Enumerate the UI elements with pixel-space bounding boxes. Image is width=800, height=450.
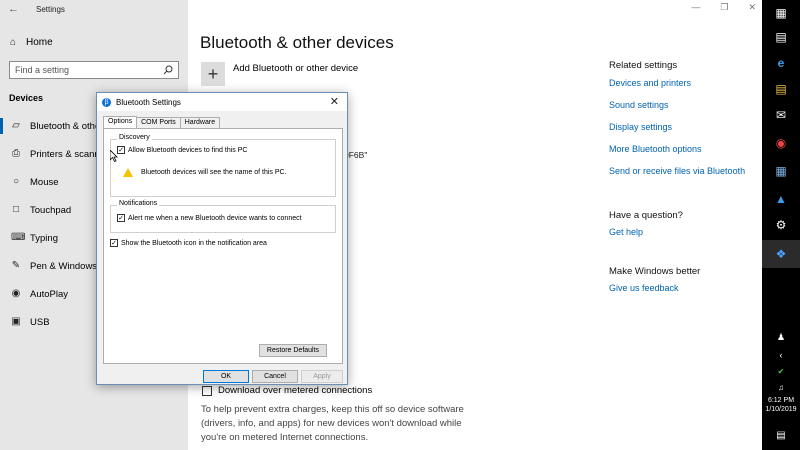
back-arrow-icon[interactable]: ← [8, 3, 22, 17]
alert-label: Alert me when a new Bluetooth device wan… [128, 214, 302, 222]
tab-com-ports[interactable]: COM Ports [136, 117, 181, 128]
link-devices-printers[interactable]: Devices and printers [609, 78, 759, 88]
page-title: Bluetooth & other devices [200, 33, 394, 52]
show-icon-label: Show the Bluetooth icon in the notificat… [121, 239, 267, 247]
usb-icon: ▣ [11, 316, 21, 327]
link-display-settings[interactable]: Display settings [609, 122, 759, 132]
checkbox-checked-icon: ✓ [110, 239, 118, 247]
checkbox-icon [202, 385, 212, 396]
link-sound-settings[interactable]: Sound settings [609, 100, 759, 110]
close-icon[interactable]: ✕ [748, 2, 756, 13]
notifications-group: Notifications ✓ Alert me when a new Blue… [110, 200, 336, 233]
warning-text: Bluetooth devices will see the name of t… [141, 169, 287, 176]
pen-icon: ✎ [11, 260, 21, 271]
checkbox-checked-icon: ✓ [117, 146, 125, 154]
alert-checkbox[interactable]: ✓ Alert me when a new Bluetooth device w… [117, 214, 302, 222]
file-explorer-icon[interactable]: ▤ [772, 80, 790, 98]
tab-options[interactable]: Options [103, 116, 138, 128]
ok-button[interactable]: OK [203, 370, 249, 383]
metered-label: Download over metered connections [218, 385, 373, 396]
task-view-icon[interactable]: ▤ [772, 28, 790, 46]
search-icon [163, 65, 173, 75]
edge-icon[interactable]: e [772, 54, 790, 72]
options-panel: Discovery ✓ Allow Bluetooth devices to f… [103, 128, 343, 364]
discovery-group: Discovery ✓ Allow Bluetooth devices to f… [110, 134, 336, 197]
related-heading: Related settings [609, 60, 678, 71]
restore-defaults-button[interactable]: Restore Defaults [259, 344, 327, 357]
search-input[interactable]: Find a setting [9, 61, 179, 79]
notifications-heading: Notifications [117, 200, 160, 207]
minimize-icon[interactable]: — [691, 2, 700, 13]
dialog-titlebar: β Bluetooth Settings [97, 93, 347, 111]
restore-icon[interactable]: ❐ [720, 2, 728, 13]
section-heading: Devices [9, 93, 44, 103]
calculator-icon[interactable]: ▦ [772, 162, 790, 180]
store-icon[interactable]: ▲ [772, 190, 790, 208]
tab-hardware[interactable]: Hardware [179, 117, 221, 128]
link-give-feedback[interactable]: Give us feedback [609, 283, 679, 293]
home-icon: ⌂ [9, 36, 17, 48]
clock-time: 6:12 PM [767, 397, 795, 404]
sidebar-item-label: Mouse [30, 176, 59, 188]
keyboard-icon: ⌨ [11, 232, 26, 243]
link-more-bluetooth[interactable]: More Bluetooth options [609, 144, 759, 154]
mouse-icon: ○ [12, 176, 20, 187]
question-heading: Have a question? [609, 210, 683, 221]
app-title: Settings [36, 5, 65, 14]
discovery-warning: Bluetooth devices will see the name of t… [123, 168, 287, 177]
mouse-cursor-icon [110, 150, 118, 162]
related-settings: Related settings Devices and printers So… [609, 60, 759, 188]
allow-find-label: Allow Bluetooth devices to find this PC [128, 146, 248, 154]
clock[interactable]: 6:12 PM 1/10/2019 [762, 396, 800, 414]
mail-icon[interactable]: ✉ [772, 106, 790, 124]
search-placeholder: Find a setting [15, 65, 70, 75]
warning-icon [123, 168, 133, 177]
plus-icon: + [201, 62, 225, 86]
bluetooth-icon: ▱ [12, 120, 20, 131]
close-icon[interactable]: ✕ [330, 95, 339, 108]
add-device-button[interactable]: + Add Bluetooth or other device [201, 62, 358, 86]
bluetooth-settings-dialog: β Bluetooth Settings ✕ Options COM Ports… [96, 92, 348, 385]
printer-icon: ⎙ [12, 148, 20, 159]
sidebar-item-label: USB [30, 316, 50, 328]
show-icon-checkbox[interactable]: ✓ Show the Bluetooth icon in the notific… [110, 239, 267, 247]
chrome-icon[interactable]: ◉ [772, 134, 790, 152]
discovery-heading: Discovery [117, 134, 152, 141]
clock-date: 1/10/2019 [765, 406, 797, 413]
people-icon[interactable]: ♟ [772, 328, 790, 346]
sidebar-item-label: AutoPlay [30, 288, 69, 300]
feedback-heading: Make Windows better [609, 266, 701, 277]
link-send-receive-files[interactable]: Send or receive files via Bluetooth [609, 166, 759, 176]
settings-gear-icon[interactable]: ⚙ [772, 216, 790, 234]
cancel-button[interactable]: Cancel [252, 370, 298, 383]
checkbox-checked-icon: ✓ [117, 214, 125, 222]
dialog-title: Bluetooth Settings [116, 97, 181, 107]
home-label: Home [26, 37, 53, 48]
sidebar-item-label: Typing [30, 232, 58, 244]
touchpad-icon: □ [12, 204, 20, 215]
metered-description: To help prevent extra charges, keep this… [201, 404, 464, 443]
allow-find-checkbox[interactable]: ✓ Allow Bluetooth devices to find this P… [117, 146, 247, 154]
sidebar-home[interactable]: ⌂ Home [8, 37, 53, 48]
metered-checkbox[interactable]: Download over metered connections [202, 385, 372, 396]
sidebar-item-label: Touchpad [30, 204, 72, 216]
bluetooth-settings-icon[interactable]: ❖ [772, 245, 790, 263]
volume-icon[interactable]: ♫ [772, 378, 790, 396]
taskbar: ▦ ▤ e ▤ ✉ ◉ ▦ ▲ ⚙ ❖ ♟ ‹ ✔ ♫ 6:12 PM 1/10… [762, 0, 800, 450]
add-device-label: Add Bluetooth or other device [233, 62, 359, 74]
apply-button[interactable]: Apply [301, 370, 343, 383]
start-icon[interactable]: ▦ [772, 4, 790, 22]
bluetooth-icon: β [102, 97, 111, 107]
window-controls: — ❐ ✕ [691, 2, 756, 13]
notifications-icon[interactable]: ▤ [772, 426, 790, 444]
autoplay-icon: ◉ [11, 288, 21, 299]
link-get-help[interactable]: Get help [609, 227, 643, 237]
